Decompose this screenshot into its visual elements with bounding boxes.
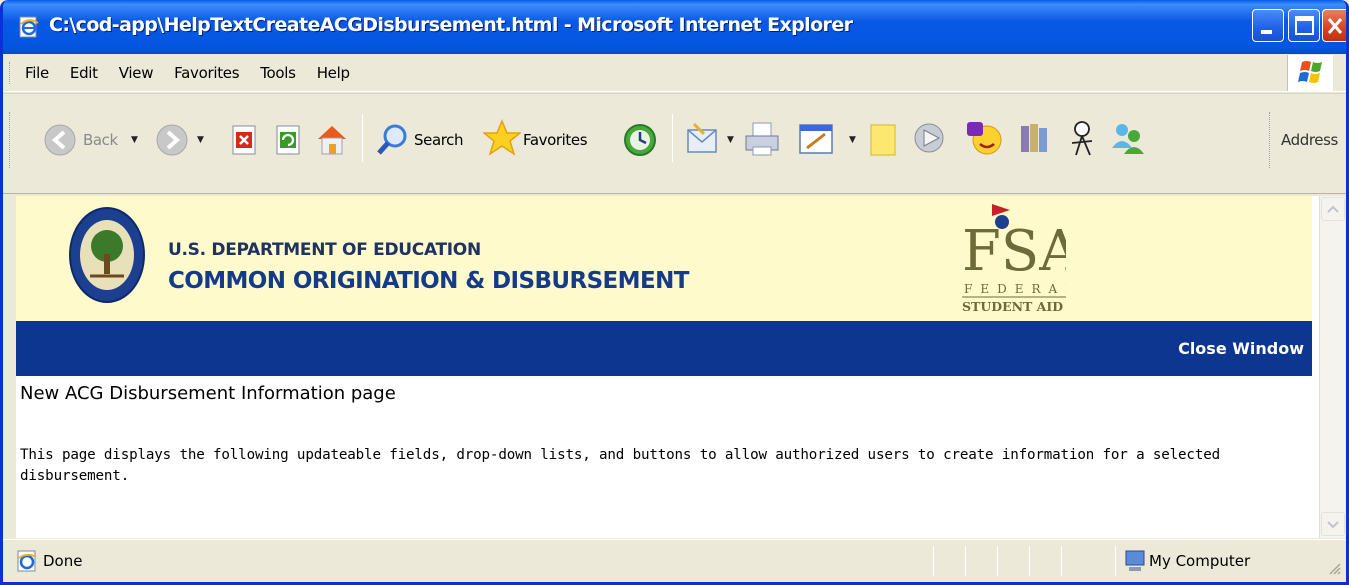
edit-icon[interactable] [797, 122, 837, 156]
department-name: U.S. DEPARTMENT OF EDUCATION [168, 240, 481, 260]
menu-file[interactable]: File [25, 64, 49, 82]
vertical-scrollbar[interactable] [1319, 196, 1345, 538]
user-icon[interactable] [1066, 119, 1098, 159]
status-text: Done [43, 552, 83, 570]
windows-flag-icon [1298, 61, 1322, 83]
toolbar-separator [362, 114, 363, 162]
menu-help[interactable]: Help [317, 64, 350, 82]
fsa-logo: FSA FEDERAL STUDENT AID [962, 204, 1066, 314]
status-divider [997, 546, 998, 576]
chevron-down-icon [1327, 521, 1339, 529]
status-divider [965, 546, 966, 576]
standard-toolbar: Back ▼ ▼ Search Favorites ▼ ▼ Address [3, 93, 1346, 194]
status-divider [1115, 546, 1116, 576]
mail-icon[interactable] [685, 120, 725, 158]
forward-dropdown-icon[interactable]: ▼ [197, 135, 204, 145]
close-window-link[interactable]: Close Window [1178, 339, 1304, 358]
stop-icon[interactable] [229, 124, 259, 156]
toolbar-separator [672, 114, 673, 162]
svg-text:STUDENT AID: STUDENT AID [962, 299, 1063, 314]
my-computer-icon [1125, 550, 1145, 571]
close-icon [1327, 18, 1343, 34]
scroll-up-button[interactable] [1321, 197, 1345, 221]
favorites-icon[interactable] [483, 119, 521, 157]
messenger-icon[interactable] [965, 118, 1005, 158]
forward-icon[interactable] [155, 123, 189, 157]
chevron-up-icon [1327, 205, 1339, 213]
menu-bar: File Edit View Favorites Tools Help [3, 54, 1346, 92]
back-dropdown-icon[interactable]: ▼ [131, 135, 138, 145]
header-banner: U.S. DEPARTMENT OF EDUCATION COMMON ORIG… [16, 196, 1312, 321]
resize-grip-icon[interactable] [1328, 562, 1342, 576]
window-title: C:\cod-app\HelpTextCreateACGDisbursement… [49, 14, 853, 36]
notes-icon[interactable] [867, 122, 899, 158]
menu-view[interactable]: View [119, 64, 154, 82]
minimize-button[interactable] [1252, 9, 1284, 42]
site-name: COMMON ORIGINATION & DISBURSEMENT [168, 268, 689, 294]
maximize-icon [1295, 16, 1314, 35]
close-button[interactable] [1322, 9, 1346, 42]
address-grip[interactable] [1269, 112, 1272, 168]
favorites-label[interactable]: Favorites [523, 131, 588, 149]
browser-window: C:\cod-app\HelpTextCreateACGDisbursement… [0, 0, 1349, 585]
menu-favorites[interactable]: Favorites [174, 64, 239, 82]
status-divider [1029, 546, 1030, 576]
nav-bar: Close Window [16, 321, 1312, 376]
menu-tools[interactable]: Tools [260, 64, 296, 82]
print-icon[interactable] [743, 120, 783, 158]
address-label[interactable]: Address [1281, 131, 1338, 149]
page-description: This page displays the following updatea… [20, 447, 1220, 484]
contacts-icon[interactable] [1108, 120, 1148, 158]
back-icon[interactable] [43, 123, 77, 157]
department-seal-logo [69, 207, 145, 303]
history-icon[interactable] [622, 122, 658, 158]
search-icon[interactable] [375, 122, 411, 158]
svg-text:FSA: FSA [962, 219, 1066, 284]
media-icon[interactable] [913, 120, 949, 158]
ie-page-icon [19, 16, 39, 38]
search-label[interactable]: Search [414, 131, 464, 149]
toolbar-grip[interactable] [9, 112, 12, 168]
menu-items: File Edit View Favorites Tools Help [25, 64, 371, 82]
refresh-icon[interactable] [273, 124, 303, 156]
title-bar[interactable]: C:\cod-app\HelpTextCreateACGDisbursement… [3, 0, 1346, 54]
menu-edit[interactable]: Edit [70, 64, 98, 82]
edit-dropdown-icon[interactable]: ▼ [849, 135, 856, 145]
back-label[interactable]: Back [83, 131, 118, 149]
status-divider [933, 546, 934, 576]
home-icon[interactable] [314, 122, 350, 156]
windows-logo [1287, 55, 1333, 91]
menu-grip[interactable] [9, 62, 12, 84]
security-zone: My Computer [1149, 552, 1251, 570]
status-bar: Done My Computer [3, 539, 1346, 582]
mail-dropdown-icon[interactable]: ▼ [727, 135, 734, 145]
page-title: New ACG Disbursement Information page [20, 383, 396, 404]
page-done-icon [17, 550, 37, 572]
svg-text:FEDERAL: FEDERAL [964, 282, 1066, 296]
status-divider [1061, 546, 1062, 576]
minimize-icon [1261, 30, 1272, 34]
page-content: U.S. DEPARTMENT OF EDUCATION COMMON ORIG… [16, 196, 1320, 538]
maximize-button[interactable] [1288, 9, 1320, 42]
scroll-down-button[interactable] [1321, 512, 1345, 536]
research-icon[interactable] [1017, 120, 1053, 158]
